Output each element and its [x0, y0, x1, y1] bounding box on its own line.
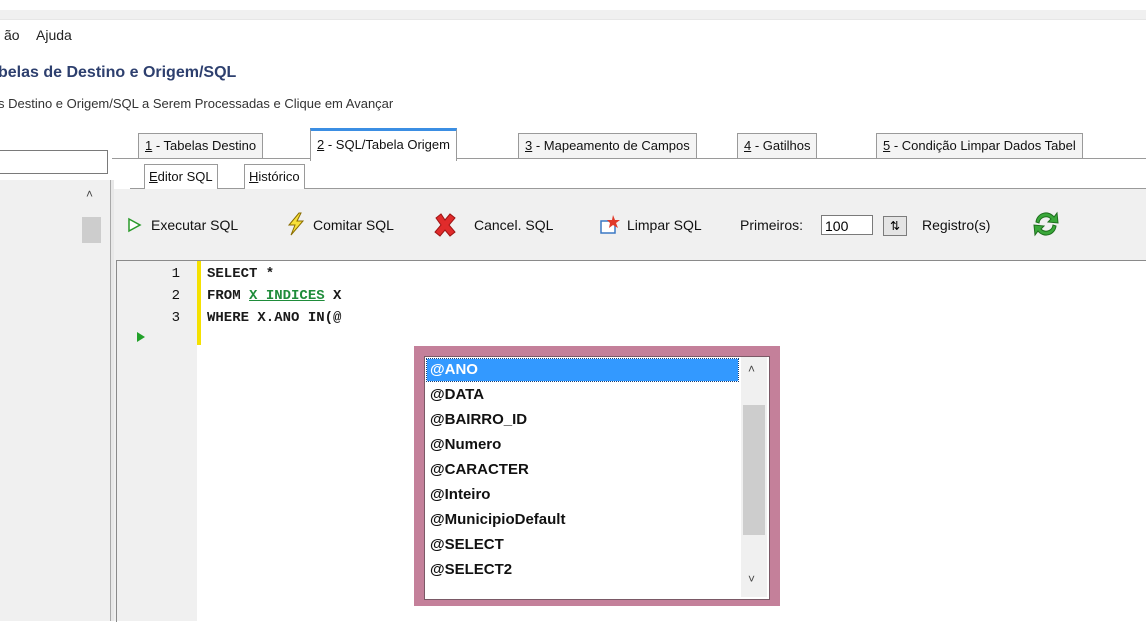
- tab-gatilhos[interactable]: 4 - Gatilhos: [737, 133, 818, 158]
- spin-icon[interactable]: ⇅: [883, 216, 907, 236]
- scroll-up-icon[interactable]: ˄: [748, 362, 755, 376]
- commit-sql-button[interactable]: Comitar SQL: [313, 213, 394, 237]
- subtab-accel: E: [149, 169, 158, 184]
- code-text: X: [324, 288, 342, 304]
- code-text: FROM: [207, 288, 250, 304]
- tabs-baseline: [112, 158, 1146, 159]
- tab-tabelas-destino[interactable]: 1 - Tabelas Destino: [138, 133, 264, 158]
- tab-label: - Gatilhos: [751, 138, 811, 153]
- autocomplete-item[interactable]: @SELECT: [430, 534, 736, 556]
- autocomplete-scroll-thumb[interactable]: [743, 405, 765, 535]
- menu-item-partial[interactable]: ão: [4, 27, 20, 43]
- clear-icon[interactable]: [598, 213, 622, 237]
- refresh-icon[interactable]: [1030, 208, 1062, 240]
- tab-condicao-limpar[interactable]: 5 - Condição Limpar Dados Tabel: [876, 133, 1083, 158]
- scroll-down-icon[interactable]: ˅: [748, 572, 755, 586]
- execution-arrow-icon: [137, 332, 145, 342]
- table-name: X_INDICES: [249, 288, 325, 304]
- scroll-up-icon[interactable]: ˄: [86, 187, 93, 201]
- left-scroll-thumb[interactable]: [82, 217, 101, 243]
- clear-sql-button[interactable]: Limpar SQL: [627, 213, 702, 237]
- subtab-label: ditor SQL: [157, 169, 213, 184]
- wizard-subtitle: s Destino e Origem/SQL a Serem Processad…: [0, 96, 394, 111]
- code-line[interactable]: FROM X_INDICES X: [207, 288, 341, 304]
- code-line[interactable]: SELECT *: [207, 266, 274, 282]
- subtab-accel: H: [249, 169, 259, 184]
- autocomplete-item[interactable]: @DATA: [430, 384, 736, 406]
- first-rows-input[interactable]: 100: [821, 215, 873, 235]
- modified-lines-marker: [197, 261, 201, 345]
- code-text: WHERE X.ANO IN(@: [207, 310, 342, 326]
- line-number: 2: [171, 288, 180, 304]
- tab-label: - Condição Limpar Dados Tabel: [890, 138, 1076, 153]
- autocomplete-item[interactable]: @Numero: [430, 434, 736, 456]
- autocomplete-item[interactable]: @Inteiro: [430, 484, 736, 506]
- tab-label: - Tabelas Destino: [152, 138, 257, 153]
- autocomplete-item[interactable]: @SELECT2: [430, 559, 736, 581]
- lightning-icon[interactable]: [285, 212, 307, 236]
- menu-bar: [0, 20, 1146, 50]
- autocomplete-item[interactable]: @BAIRRO_ID: [430, 409, 736, 431]
- left-filter-input[interactable]: [0, 150, 108, 174]
- autocomplete-item[interactable]: @MunicipioDefault: [430, 509, 736, 531]
- autocomplete-item[interactable]: @CARACTER: [430, 459, 736, 481]
- first-label: Primeiros:: [740, 217, 804, 233]
- line-number: 1: [171, 266, 180, 282]
- autocomplete-item[interactable]: @ANO: [426, 358, 739, 382]
- execute-sql-button[interactable]: Executar SQL: [151, 213, 238, 237]
- code-text: SELECT *: [207, 266, 275, 282]
- code-line[interactable]: WHERE X.ANO IN(@: [207, 310, 341, 326]
- subtab-historico[interactable]: Histórico: [244, 164, 305, 189]
- subtab-editor-sql[interactable]: Editor SQL: [144, 164, 218, 189]
- tab-mapeamento-campos[interactable]: 3 - Mapeamento de Campos: [518, 133, 697, 158]
- line-number: 3: [171, 310, 180, 326]
- records-label: Registro(s): [922, 217, 991, 233]
- tab-label: - SQL/Tabela Origem: [324, 137, 450, 152]
- wizard-title: belas de Destino e Origem/SQL: [0, 64, 237, 81]
- left-scrollbar[interactable]: [80, 182, 103, 621]
- menu-item-ajuda[interactable]: Ajuda: [36, 27, 72, 43]
- title-bar: [0, 10, 1146, 20]
- tab-label: - Mapeamento de Campos: [532, 138, 690, 153]
- cancel-x-icon[interactable]: [432, 212, 458, 238]
- subtab-label: istórico: [258, 169, 300, 184]
- tab-sql-tabela-origem[interactable]: 2 - SQL/Tabela Origem: [310, 128, 457, 161]
- play-icon[interactable]: [126, 217, 142, 233]
- cancel-sql-button[interactable]: Cancel. SQL: [474, 213, 553, 237]
